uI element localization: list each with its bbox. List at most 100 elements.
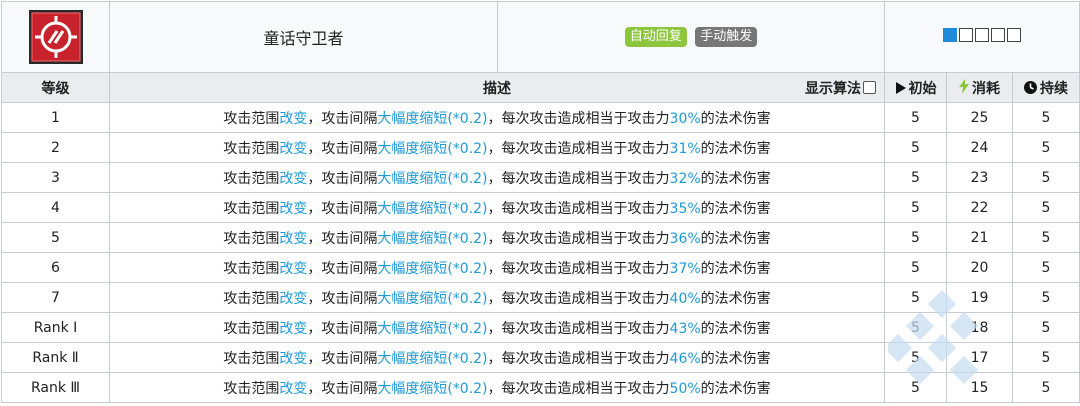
- row-level: 1: [1, 102, 110, 133]
- sp-box-empty: [959, 28, 973, 42]
- row-description: 攻击范围改变，攻击间隔大幅度缩短(*0.2)，每次攻击造成相当于攻击力36%的法…: [109, 222, 885, 253]
- row-description: 攻击范围改变，攻击间隔大幅度缩短(*0.2)，每次攻击造成相当于攻击力43%的法…: [109, 312, 885, 343]
- desc-highlight: 32%: [669, 170, 701, 187]
- skill-table: 童话守卫者 自动回复 手动触发 等级 描述 显示算法 初始 消耗 持续 1 攻击…: [1, 1, 1080, 403]
- desc-text: ，攻击间隔: [307, 350, 378, 367]
- header-description-cell: 描述 显示算法: [109, 72, 885, 103]
- desc-highlight: 改变: [279, 380, 308, 397]
- header-initial: 初始: [908, 80, 937, 97]
- table-row: 4 攻击范围改变，攻击间隔大幅度缩短(*0.2)，每次攻击造成相当于攻击力35%的…: [1, 192, 1080, 223]
- desc-text: ，攻击间隔: [307, 140, 378, 157]
- desc-text: 的法术伤害: [700, 260, 771, 277]
- row-description: 攻击范围改变，攻击间隔大幅度缩短(*0.2)，每次攻击造成相当于攻击力31%的法…: [109, 132, 885, 163]
- desc-highlight: 大幅度缩短(*0.2): [377, 170, 488, 187]
- skill-name-cell: 童话守卫者: [109, 1, 498, 73]
- row-duration: 5: [1011, 372, 1080, 403]
- row-initial: 5: [884, 132, 947, 163]
- desc-text: 攻击范围: [223, 170, 280, 187]
- desc-text: ，攻击间隔: [307, 290, 378, 307]
- row-duration: 5: [1011, 222, 1080, 253]
- desc-text: ，每次攻击造成相当于攻击力: [487, 110, 670, 127]
- row-cost: 17: [946, 342, 1013, 373]
- desc-text: 攻击范围: [223, 110, 280, 127]
- sp-indicator-cell: [883, 1, 1080, 73]
- row-level: 5: [1, 222, 110, 253]
- row-description: 攻击范围改变，攻击间隔大幅度缩短(*0.2)，每次攻击造成相当于攻击力46%的法…: [109, 342, 885, 373]
- row-level: 7: [1, 282, 110, 313]
- row-duration: 5: [1011, 132, 1080, 163]
- skill-icon-cell: [1, 1, 110, 73]
- show-formula-label: 显示算法: [805, 80, 861, 97]
- desc-text: ，每次攻击造成相当于攻击力: [487, 140, 670, 157]
- desc-text: ，攻击间隔: [307, 110, 378, 127]
- desc-text: 攻击范围: [223, 290, 280, 307]
- row-duration: 5: [1011, 312, 1080, 343]
- row-duration: 5: [1011, 252, 1080, 283]
- desc-text: 的法术伤害: [700, 290, 771, 307]
- desc-text: ，每次攻击造成相当于攻击力: [487, 230, 670, 247]
- row-duration: 5: [1011, 282, 1080, 313]
- desc-text: 的法术伤害: [700, 200, 771, 217]
- row-initial: 5: [884, 282, 947, 313]
- desc-highlight: 改变: [279, 110, 308, 127]
- row-initial: 5: [884, 162, 947, 193]
- desc-text: ，攻击间隔: [307, 320, 378, 337]
- row-duration: 5: [1011, 162, 1080, 193]
- header-duration: 持续: [1040, 80, 1068, 97]
- show-formula-toggle[interactable]: 显示算法: [805, 78, 876, 98]
- column-header-row: 等级 描述 显示算法 初始 消耗 持续: [1, 72, 1080, 103]
- row-cost: 20: [946, 252, 1013, 283]
- desc-highlight: 50%: [669, 380, 701, 397]
- row-description: 攻击范围改变，攻击间隔大幅度缩短(*0.2)，每次攻击造成相当于攻击力30%的法…: [109, 102, 885, 133]
- skill-name: 童话守卫者: [263, 29, 344, 48]
- row-description: 攻击范围改变，攻击间隔大幅度缩短(*0.2)，每次攻击造成相当于攻击力37%的法…: [109, 252, 885, 283]
- show-formula-checkbox[interactable]: [863, 81, 876, 94]
- desc-text: ，攻击间隔: [307, 230, 378, 247]
- desc-highlight: 大幅度缩短(*0.2): [377, 290, 488, 307]
- desc-highlight: 改变: [279, 170, 308, 187]
- desc-text: 攻击范围: [223, 200, 280, 217]
- row-initial: 5: [884, 372, 947, 403]
- row-level: 6: [1, 252, 110, 283]
- desc-text: 攻击范围: [223, 350, 280, 367]
- sp-box-filled: [943, 28, 957, 42]
- table-row: Rank Ⅰ 攻击范围改变，攻击间隔大幅度缩短(*0.2)，每次攻击造成相当于攻击…: [1, 312, 1080, 343]
- desc-text: 的法术伤害: [700, 170, 771, 187]
- desc-text: ，攻击间隔: [307, 200, 378, 217]
- desc-highlight: 大幅度缩短(*0.2): [377, 230, 488, 247]
- desc-text: ，攻击间隔: [307, 260, 378, 277]
- sp-box-empty: [991, 28, 1005, 42]
- table-row: Rank Ⅲ 攻击范围改变，攻击间隔大幅度缩短(*0.2)，每次攻击造成相当于攻击…: [1, 372, 1080, 403]
- desc-text: 的法术伤害: [700, 320, 771, 337]
- play-triangle-icon: [895, 81, 906, 98]
- row-level: 3: [1, 162, 110, 193]
- desc-text: 的法术伤害: [700, 230, 771, 247]
- row-initial: 5: [884, 342, 947, 373]
- row-cost: 24: [946, 132, 1013, 163]
- row-duration: 5: [1011, 102, 1080, 133]
- row-level: Rank Ⅰ: [1, 312, 110, 343]
- row-cost: 19: [946, 282, 1013, 313]
- desc-text: 攻击范围: [223, 380, 280, 397]
- sp-box-empty: [975, 28, 989, 42]
- desc-text: ，每次攻击造成相当于攻击力: [487, 170, 670, 187]
- row-cost: 21: [946, 222, 1013, 253]
- desc-text: 的法术伤害: [700, 350, 771, 367]
- row-level: Rank Ⅲ: [1, 372, 110, 403]
- row-description: 攻击范围改变，攻击间隔大幅度缩短(*0.2)，每次攻击造成相当于攻击力40%的法…: [109, 282, 885, 313]
- desc-highlight: 35%: [669, 200, 701, 217]
- table-row: 7 攻击范围改变，攻击间隔大幅度缩短(*0.2)，每次攻击造成相当于攻击力40%的…: [1, 282, 1080, 313]
- row-initial: 5: [884, 102, 947, 133]
- desc-text: ，每次攻击造成相当于攻击力: [487, 260, 670, 277]
- clock-icon: [1024, 80, 1037, 98]
- desc-text: 的法术伤害: [700, 110, 771, 127]
- desc-highlight: 大幅度缩短(*0.2): [377, 140, 488, 157]
- row-level: 2: [1, 132, 110, 163]
- row-cost: 23: [946, 162, 1013, 193]
- skill-header-row: 童话守卫者 自动回复 手动触发: [1, 1, 1080, 73]
- row-cost: 18: [946, 312, 1013, 343]
- row-initial: 5: [884, 192, 947, 223]
- row-duration: 5: [1011, 342, 1080, 373]
- skill-tags-cell: 自动回复 手动触发: [497, 1, 885, 73]
- desc-highlight: 大幅度缩短(*0.2): [377, 380, 488, 397]
